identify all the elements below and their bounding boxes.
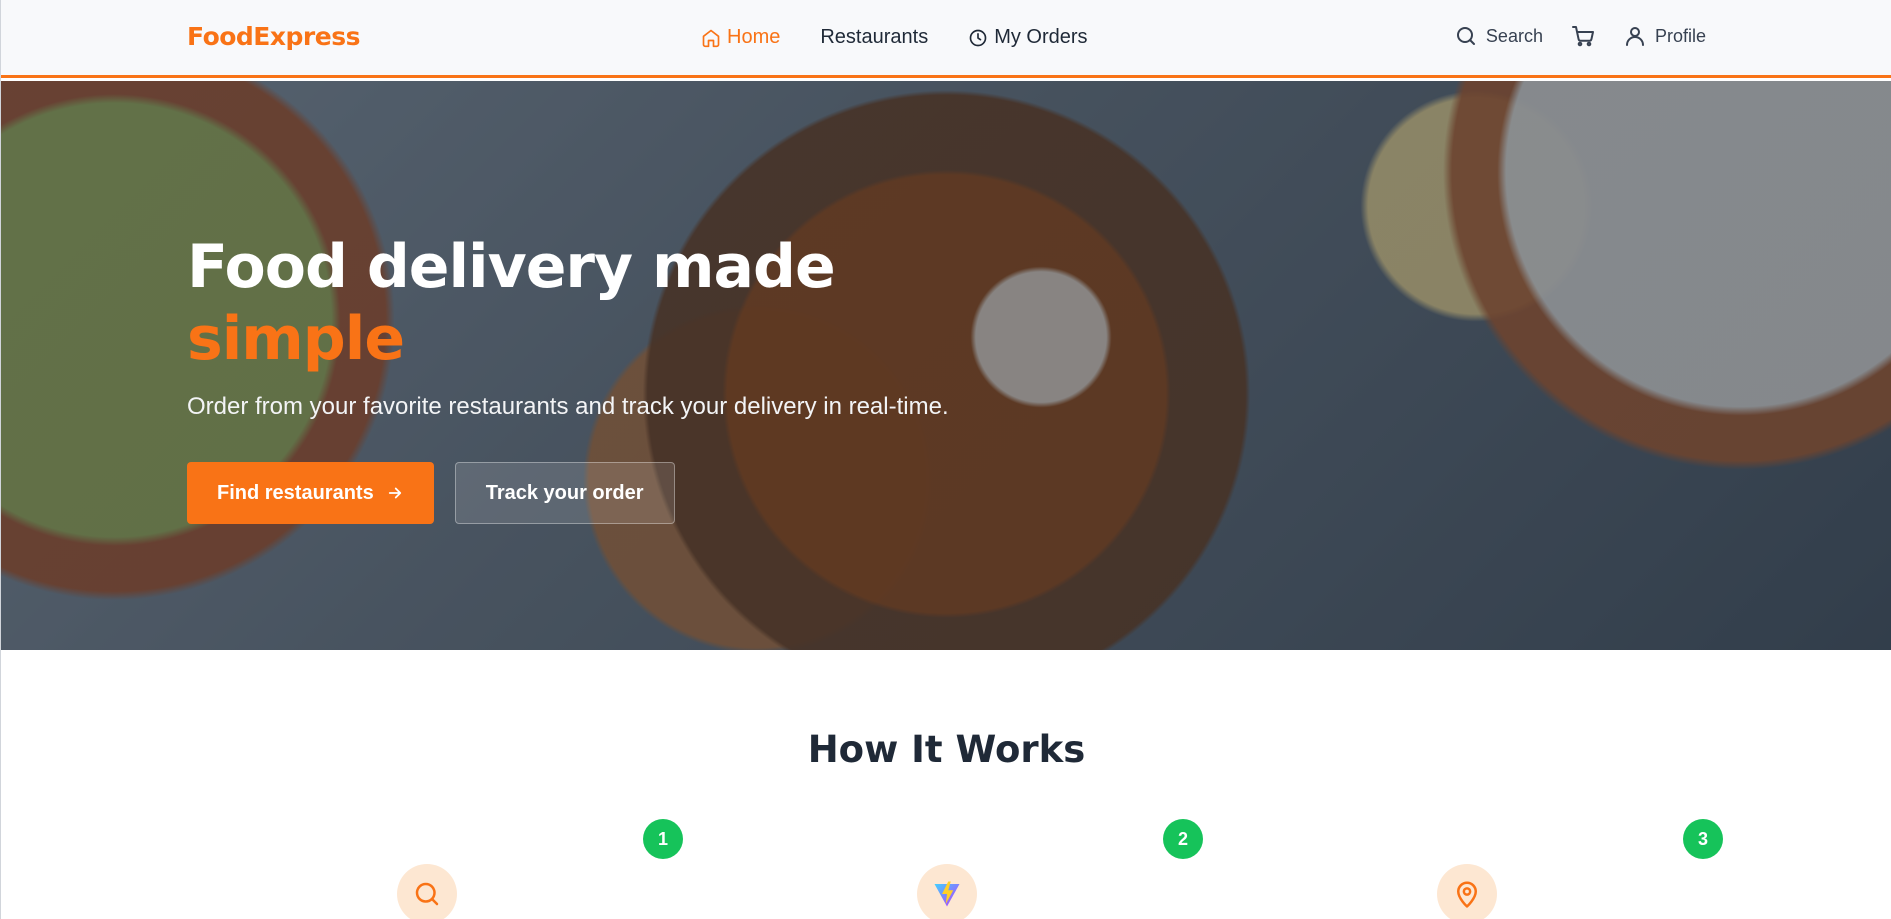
step-number-badge: 3 bbox=[1683, 819, 1723, 859]
nav-actions: Search Profile bbox=[1454, 24, 1706, 48]
step-icon-circle bbox=[397, 864, 457, 919]
hero-title-accent: simple bbox=[187, 304, 405, 374]
step-number-badge: 2 bbox=[1163, 819, 1203, 859]
clock-icon bbox=[969, 29, 987, 46]
nav-link-restaurants[interactable]: Restaurants bbox=[820, 26, 928, 49]
nav-link-my-orders-label: My Orders bbox=[994, 26, 1088, 48]
arrow-right-icon bbox=[388, 487, 401, 499]
navbar: FoodExpress Home Restaurants My Orders S… bbox=[1, 0, 1891, 78]
find-restaurants-button[interactable]: Find restaurants bbox=[187, 462, 434, 524]
search-icon bbox=[1456, 27, 1475, 45]
cart-icon bbox=[1571, 26, 1594, 47]
find-restaurants-label: Find restaurants bbox=[217, 481, 374, 504]
hero-title-main: Food delivery made bbox=[187, 232, 836, 302]
hero-section: Food delivery made simple Order from you… bbox=[1, 81, 1891, 650]
nav-link-home[interactable]: Home bbox=[701, 26, 780, 49]
hero-subtitle: Order from your favorite restaurants and… bbox=[187, 393, 949, 420]
profile-label: Profile bbox=[1654, 25, 1706, 46]
search-button[interactable]: Search bbox=[1454, 24, 1543, 48]
vite-logo-icon bbox=[934, 881, 960, 907]
nav-link-restaurants-label: Restaurants bbox=[820, 26, 929, 48]
search-icon bbox=[415, 882, 439, 906]
nav-link-home-label: Home bbox=[727, 26, 781, 48]
page: FoodExpress Home Restaurants My Orders S… bbox=[0, 0, 1891, 919]
step-icon-circle bbox=[917, 864, 977, 919]
track-order-button[interactable]: Track your order bbox=[454, 462, 675, 524]
step-number-badge: 1 bbox=[643, 819, 683, 859]
hero-buttons: Find restaurants Track your order bbox=[187, 462, 1027, 524]
hero-content: Food delivery made simple Order from you… bbox=[187, 231, 1027, 524]
profile-button[interactable]: Profile bbox=[1623, 24, 1706, 48]
user-icon bbox=[1625, 27, 1644, 46]
nav-link-my-orders[interactable]: My Orders bbox=[968, 26, 1088, 49]
how-it-works-title: How It Works bbox=[807, 728, 1086, 771]
home-icon bbox=[702, 29, 720, 47]
cart-button[interactable] bbox=[1571, 24, 1595, 48]
logo[interactable]: FoodExpress bbox=[187, 22, 360, 51]
search-label: Search bbox=[1485, 25, 1543, 46]
main-nav: Home Restaurants My Orders bbox=[701, 26, 1088, 49]
map-pin-icon bbox=[1457, 881, 1477, 908]
hero-title: Food delivery made simple bbox=[187, 231, 1027, 375]
step-icon-circle bbox=[1437, 864, 1497, 919]
